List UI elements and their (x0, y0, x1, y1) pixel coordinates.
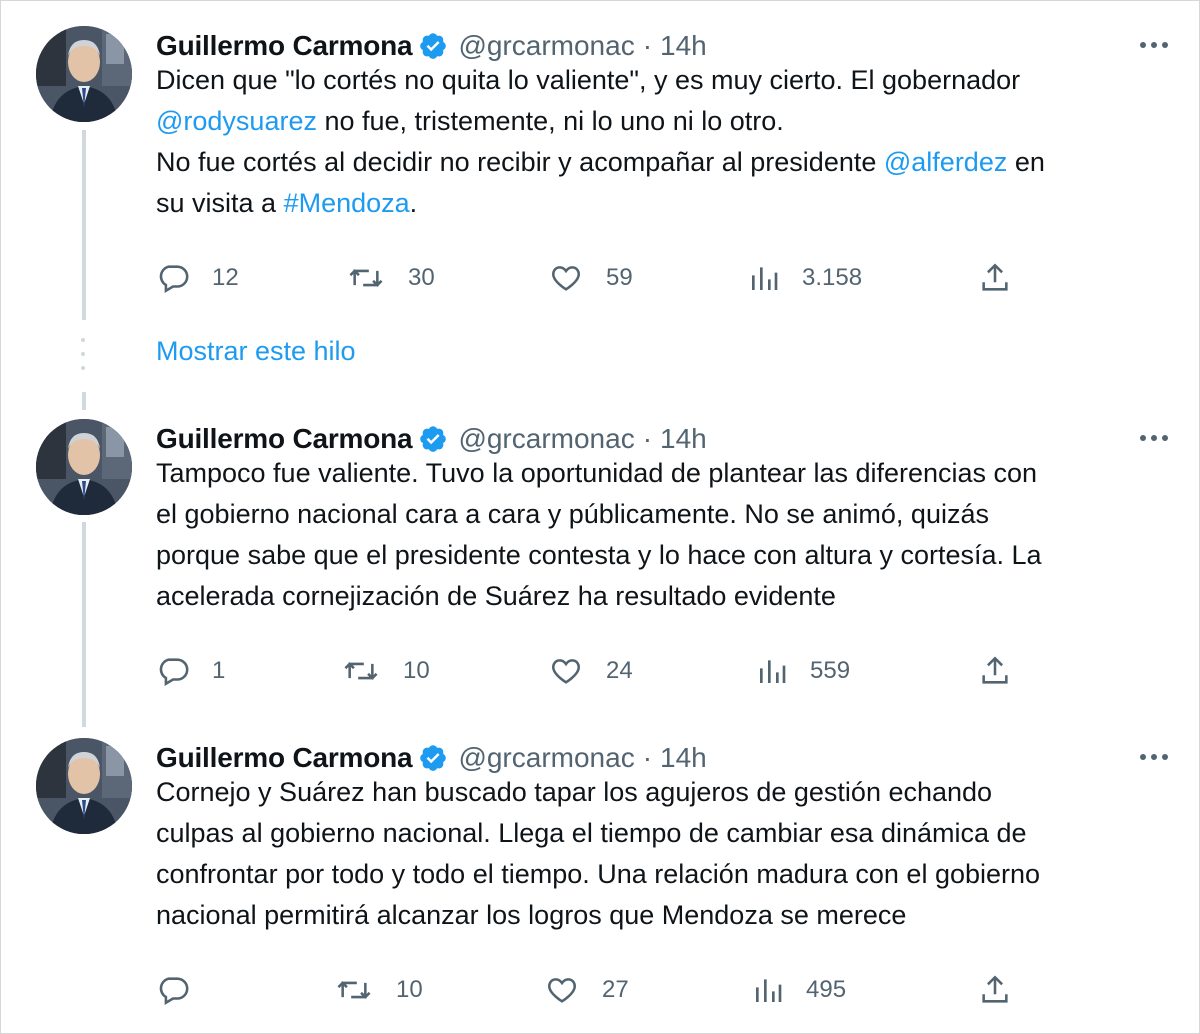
views-count: 559 (810, 657, 851, 684)
like-count: 27 (602, 976, 629, 1003)
tweet-text-segment: en (1007, 147, 1045, 177)
reply-icon (159, 265, 189, 294)
like-count: 24 (606, 657, 633, 684)
tweet-text: Cornejo y Suárez han buscado tapar los a… (156, 772, 1166, 936)
retweet-icon (349, 269, 383, 287)
share-button[interactable] (978, 970, 1012, 1010)
avatar[interactable] (36, 419, 132, 515)
hashtag-link[interactable]: #Mendoza (284, 188, 410, 218)
show-thread-link[interactable]: Mostrar este hilo (156, 336, 356, 367)
separator-dot: · (642, 742, 653, 773)
views-button[interactable]: 495 (752, 970, 846, 1010)
tweet-text-segment: confrontar por todo y todo el tiempo. Un… (156, 859, 1041, 889)
more-options-icon[interactable] (1134, 742, 1174, 772)
thread-gap-dots (81, 338, 85, 378)
avatar-photo-icon (36, 26, 132, 122)
tweet-text: Tampoco fue valiente. Tuvo la oportunida… (156, 453, 1166, 617)
tweet-text-segment: culpas al gobierno nacional. Llega el ti… (156, 818, 1027, 848)
verified-badge-icon (418, 424, 448, 454)
like-button[interactable]: 27 (544, 970, 629, 1010)
thread-connector-line (82, 130, 86, 320)
separator-dot: · (642, 423, 653, 454)
mention-link[interactable]: @alferdez (884, 147, 1007, 177)
views-chart-icon (760, 660, 786, 683)
views-chart-icon (752, 267, 778, 290)
tweet-text-segment: No fue cortés al decidir no recibir y ac… (156, 147, 884, 177)
reply-button[interactable]: 12 (156, 258, 239, 298)
avatar[interactable] (36, 26, 132, 122)
tweet-text-segment: . (409, 188, 418, 218)
like-button[interactable]: 24 (548, 651, 633, 691)
tweet-actions: 12 30 59 3.158 (156, 258, 1036, 298)
reply-count: 1 (212, 657, 226, 684)
timestamp[interactable]: 14h (660, 30, 707, 62)
share-button[interactable] (978, 651, 1012, 691)
reply-icon (159, 977, 189, 1006)
retweet-count: 10 (396, 976, 423, 1003)
heart-icon (552, 659, 580, 684)
like-count: 59 (606, 264, 633, 291)
retweet-button[interactable]: 10 (334, 970, 423, 1010)
verified-badge-icon (418, 743, 448, 773)
tweet-actions: 10 27 495 (156, 970, 1036, 1010)
tweet-actions: 1 10 24 559 (156, 651, 1036, 691)
views-chart-icon (756, 979, 782, 1002)
retweet-count: 10 (403, 657, 430, 684)
share-icon (982, 975, 1008, 1003)
retweet-button[interactable]: 30 (346, 258, 435, 298)
timestamp[interactable]: 14h (660, 423, 707, 455)
tweet-text-segment: acelerada cornejización de Suárez ha res… (156, 581, 836, 611)
mention-link[interactable]: @rodysuarez (156, 106, 317, 136)
author-name[interactable]: Guillermo Carmona (156, 30, 413, 62)
retweet-icon (337, 981, 371, 999)
views-button[interactable]: 3.158 (748, 258, 862, 298)
author-name[interactable]: Guillermo Carmona (156, 423, 413, 455)
avatar-photo-icon (36, 738, 132, 834)
tweet-text-segment: porque sabe que el presidente contesta y… (156, 540, 1042, 570)
reply-button[interactable]: 1 (156, 651, 225, 691)
views-count: 495 (806, 976, 847, 1003)
heart-icon (552, 266, 580, 291)
tweet-text-segment: no fue, tristemente, ni lo uno ni lo otr… (316, 106, 784, 136)
reply-button[interactable] (156, 970, 212, 1010)
views-button[interactable]: 559 (756, 651, 850, 691)
retweet-button[interactable]: 10 (341, 651, 430, 691)
share-icon (982, 263, 1008, 291)
tweet-text-segment: su visita a (156, 188, 284, 218)
more-options-icon[interactable] (1134, 423, 1174, 453)
author-handle[interactable]: @grcarmonac (458, 30, 634, 62)
separator-dot: · (642, 30, 653, 61)
tweet-text-segment: Tampoco fue valiente. Tuvo la oportunida… (156, 458, 1038, 488)
avatar-photo-icon (36, 419, 132, 515)
reply-icon (159, 658, 189, 687)
tweet-text-segment: nacional permitirá alcanzar los logros q… (156, 900, 907, 930)
retweet-icon (344, 662, 378, 680)
retweet-count: 30 (408, 264, 435, 291)
author-name[interactable]: Guillermo Carmona (156, 742, 413, 774)
views-count: 3.158 (802, 264, 863, 291)
tweet-text-segment: Dicen que "lo cortés no quita lo valient… (156, 65, 1021, 95)
verified-badge-icon (418, 31, 448, 61)
thread-connector-line (82, 392, 86, 410)
tweet-text: Dicen que "lo cortés no quita lo valient… (156, 60, 1166, 224)
avatar[interactable] (36, 738, 132, 834)
more-options-icon[interactable] (1134, 30, 1174, 60)
timestamp[interactable]: 14h (660, 742, 707, 774)
share-icon (982, 656, 1008, 684)
reply-count: 12 (212, 264, 239, 291)
author-handle[interactable]: @grcarmonac (458, 423, 634, 455)
like-button[interactable]: 59 (548, 258, 633, 298)
share-button[interactable] (978, 258, 1012, 298)
tweet-text-segment: el gobierno nacional cara a cara y públi… (156, 499, 989, 529)
author-handle[interactable]: @grcarmonac (458, 742, 634, 774)
thread-connector-line (82, 522, 86, 727)
tweet-text-segment: Cornejo y Suárez han buscado tapar los a… (156, 777, 993, 807)
heart-icon (548, 978, 576, 1003)
